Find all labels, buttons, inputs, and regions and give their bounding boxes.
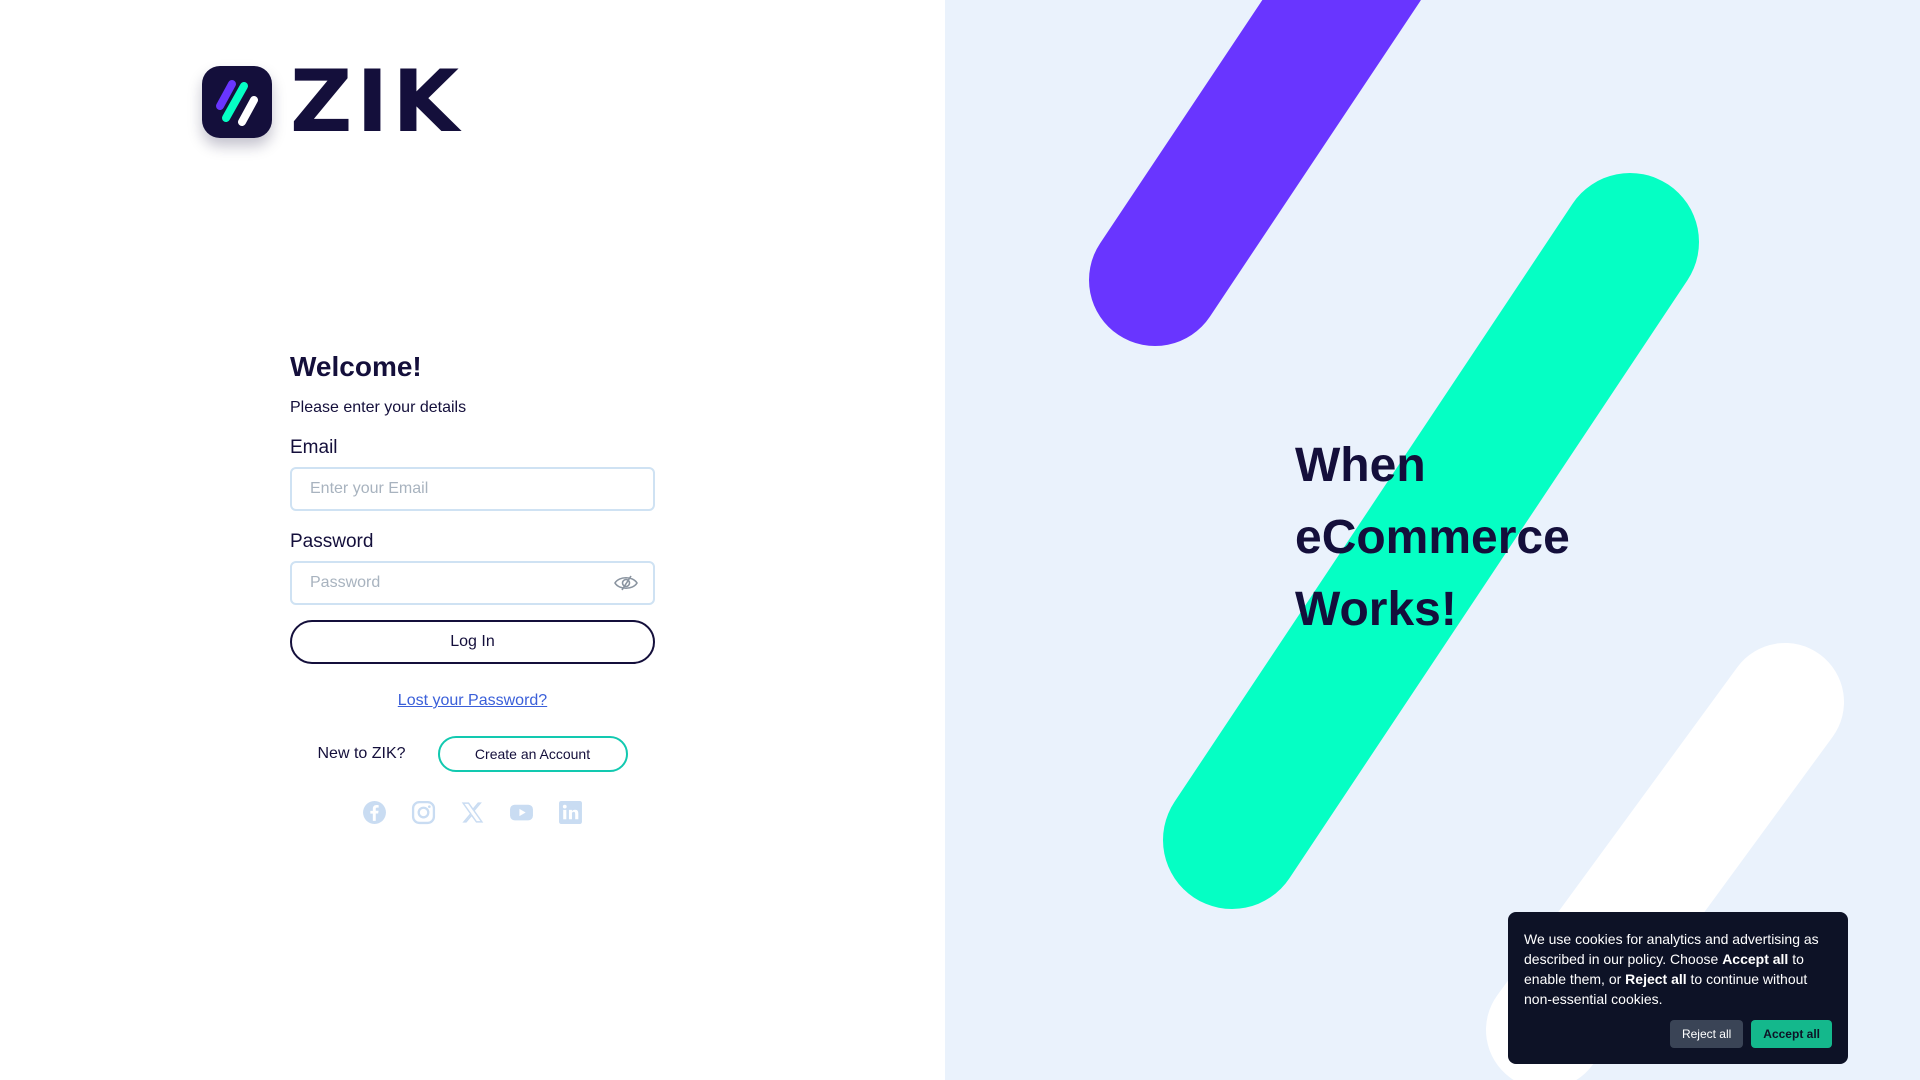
login-subtitle: Please enter your details bbox=[290, 399, 467, 416]
login-form: Welcome! Please enter your details Email… bbox=[290, 345, 655, 825]
cookie-banner: We use cookies for analytics and adverti… bbox=[1508, 912, 1848, 1064]
password-field-wrapper bbox=[290, 553, 655, 605]
logo-wordmark: ZIK bbox=[290, 52, 463, 152]
linkedin-icon[interactable] bbox=[558, 800, 583, 825]
accept-all-button[interactable]: Accept all bbox=[1751, 1020, 1832, 1048]
hero-line-3: Works! bbox=[1295, 583, 1457, 636]
lost-password-link[interactable]: Lost your Password? bbox=[290, 692, 655, 710]
hero-tagline: When eCommerce Works! bbox=[1295, 430, 1570, 646]
email-label: Email bbox=[290, 437, 338, 458]
cookie-accept-emphasis: Accept all bbox=[1722, 951, 1789, 967]
facebook-icon[interactable] bbox=[362, 800, 387, 825]
reject-all-button[interactable]: Reject all bbox=[1669, 1020, 1744, 1048]
zik-logo[interactable]: ZIK bbox=[202, 59, 463, 145]
hero-line-1: When bbox=[1295, 439, 1426, 492]
new-user-text: New to ZIK? bbox=[317, 745, 406, 762]
eye-off-icon[interactable] bbox=[613, 573, 639, 593]
x-icon[interactable] bbox=[460, 800, 485, 825]
youtube-icon[interactable] bbox=[509, 800, 534, 825]
password-label: Password bbox=[290, 531, 374, 552]
instagram-icon[interactable] bbox=[411, 800, 436, 825]
password-input[interactable] bbox=[290, 561, 655, 605]
hero-line-2: eCommerce bbox=[1295, 511, 1570, 564]
cookie-actions: Reject all Accept all bbox=[1669, 1020, 1832, 1048]
cookie-message: We use cookies for analytics and adverti… bbox=[1524, 929, 1832, 1009]
email-input[interactable] bbox=[290, 467, 655, 511]
social-links bbox=[290, 800, 655, 825]
create-account-button[interactable]: Create an Account bbox=[437, 736, 628, 772]
logo-mark-icon bbox=[202, 66, 272, 138]
cookie-reject-emphasis: Reject all bbox=[1625, 971, 1687, 987]
welcome-heading: Welcome! bbox=[290, 351, 422, 382]
login-button[interactable]: Log In bbox=[290, 620, 655, 664]
signup-row: New to ZIK? Create an Account bbox=[290, 736, 655, 772]
login-panel: ZIK Welcome! Please enter your details E… bbox=[0, 0, 945, 1080]
login-page: ZIK Welcome! Please enter your details E… bbox=[0, 0, 1920, 1080]
